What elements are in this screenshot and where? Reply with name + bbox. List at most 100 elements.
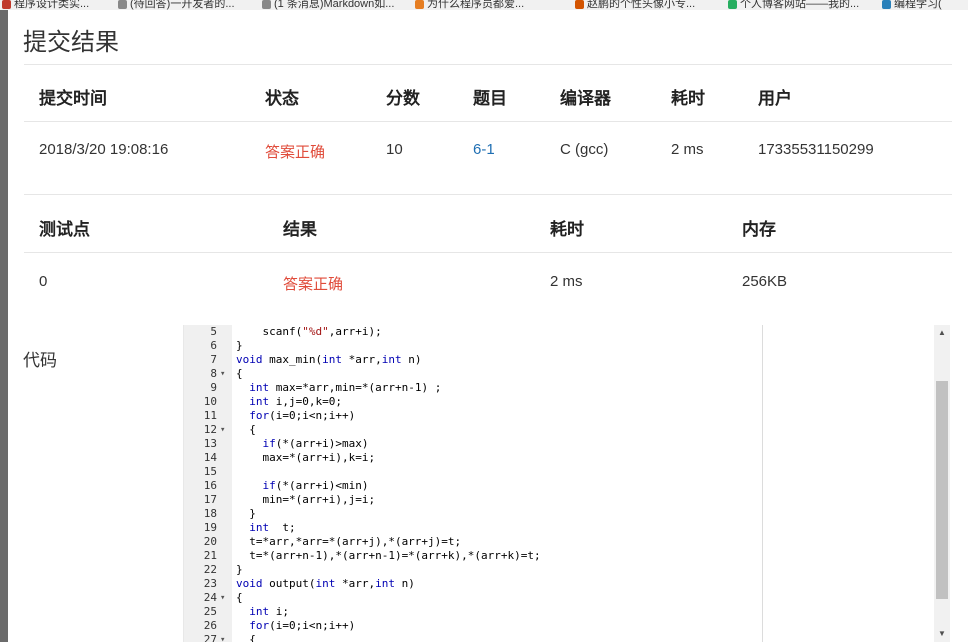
bookmark-favicon-icon — [118, 0, 127, 9]
bookmark-favicon-icon — [2, 0, 11, 9]
bookmark-item[interactable]: (待回答)一开发者的... — [118, 0, 235, 10]
test-memory: 256KB — [742, 273, 788, 290]
code-line: 18 } — [184, 507, 764, 521]
line-number: 17 — [203, 493, 217, 506]
code-line: 13 if(*(arr+i)>max) — [184, 437, 764, 451]
code-line: 20 t=*arr,*arr=*(arr+j),*(arr+j)=t; — [184, 535, 764, 549]
code-line: 5 scanf("%d",arr+i); — [184, 325, 764, 339]
code-label: 代码 — [23, 351, 57, 370]
line-number: 19 — [203, 521, 217, 534]
header-problem: 题目 — [473, 89, 507, 108]
table-row: 2018/3/20 19:08:16 答案正确 10 6-1 C (gcc) 2… — [24, 122, 952, 194]
header-memory: 内存 — [742, 220, 776, 239]
test-case-id: 0 — [39, 273, 48, 290]
code-line: 26 for(i=0;i<n;i++) — [184, 619, 764, 633]
code-text: t=*(arr+n-1),*(arr+n-1)=*(arr+k),*(arr+k… — [236, 549, 541, 562]
header-user: 用户 — [758, 89, 792, 108]
header-test-case: 测试点 — [39, 220, 90, 239]
code-line: 22} — [184, 563, 764, 577]
line-number: 13 — [203, 437, 217, 450]
code-line: 10 int i,j=0,k=0; — [184, 395, 764, 409]
code-text: void output(int *arr,int n) — [236, 577, 415, 590]
bookmark-item[interactable]: 赵鹏的个性头像小专... — [575, 0, 695, 10]
code-text: { — [236, 367, 243, 380]
line-number: 23 — [203, 577, 217, 590]
test-result-accepted: 答案正确 — [283, 276, 344, 293]
header-submit-time: 提交时间 — [39, 89, 107, 108]
bookmark-item[interactable]: 个人博客网站——我的... — [728, 0, 859, 10]
bookmark-label: 个人博客网站——我的... — [740, 0, 860, 10]
bookmark-favicon-icon — [882, 0, 891, 9]
code-text: int i,j=0,k=0; — [249, 395, 342, 408]
test-table-header: 测试点 结果 耗时 内存 — [24, 196, 952, 253]
problem-link[interactable]: 6-1 — [473, 141, 495, 158]
line-number: 14 — [203, 451, 217, 464]
code-text: } — [236, 507, 256, 520]
code-editor[interactable]: 5 scanf("%d",arr+i); 6} 7 void max_min(int … — [183, 325, 764, 642]
line-number: 20 — [203, 535, 217, 548]
submission-table-header: 提交时间 状态 分数 题目 编译器 耗时 用户 — [24, 64, 952, 122]
bookmarks-bar: 程序设计类实... (待回答)一开发者的... (1 条消息)Markdown如… — [0, 0, 968, 10]
code-line: 9 int max=*arr,min=*(arr+n-1) ; — [184, 381, 764, 395]
line-number: 5 — [210, 325, 217, 338]
compiler: C (gcc) — [560, 141, 609, 158]
page-scrollbar[interactable]: ▲ ▼ — [934, 325, 950, 642]
fold-arrow-icon[interactable]: ▾ — [220, 591, 225, 605]
code-line: 14 max=*(arr+i),k=i; — [184, 451, 764, 465]
score: 10 — [386, 141, 403, 158]
header-duration: 耗时 — [671, 89, 705, 108]
header-test-duration: 耗时 — [550, 220, 584, 239]
bookmark-item[interactable]: 程序设计类实... — [2, 0, 89, 10]
line-number: 12 — [203, 423, 217, 436]
bookmark-favicon-icon — [575, 0, 584, 9]
code-line: 6} — [184, 339, 764, 353]
code-line: 19 int t; — [184, 521, 764, 535]
header-status: 状态 — [265, 89, 299, 108]
bookmark-item[interactable]: (1 条消息)Markdown如... — [262, 0, 394, 10]
code-text: } — [236, 339, 243, 352]
code-text: { — [236, 591, 243, 604]
fold-arrow-icon[interactable]: ▾ — [220, 367, 225, 381]
code-text: for(i=0;i<n;i++) — [249, 409, 356, 422]
code-text: int max=*arr,min=*(arr+n-1) ; — [249, 381, 442, 394]
submit-time: 2018/3/20 19:08:16 — [39, 141, 169, 158]
code-text: scanf("%d",arr+i); — [236, 325, 382, 338]
line-number: 21 — [203, 549, 217, 562]
fold-arrow-icon[interactable]: ▾ — [220, 633, 225, 642]
code-line: 11 for(i=0;i<n;i++) — [184, 409, 764, 423]
line-number: 7 — [210, 353, 217, 366]
modal-title: 提交结果 — [23, 29, 119, 56]
code-line: 24 ▾ { — [184, 591, 764, 605]
line-number: 6 — [210, 339, 217, 352]
bookmark-label: 编程学习( — [894, 0, 942, 10]
code-text: int i; — [249, 605, 289, 618]
line-number: 8 — [210, 367, 217, 380]
line-number: 10 — [203, 395, 217, 408]
table-row: 0 答案正确 2 ms 256KB — [24, 253, 952, 313]
scroll-up-arrow-icon[interactable]: ▲ — [934, 325, 950, 341]
scroll-down-arrow-icon[interactable]: ▼ — [934, 626, 950, 642]
bookmark-label: 程序设计类实... — [14, 0, 90, 10]
fold-arrow-icon[interactable]: ▾ — [220, 423, 225, 437]
line-number: 15 — [203, 465, 217, 478]
line-number: 18 — [203, 507, 217, 520]
line-number: 9 — [210, 381, 217, 394]
code-text: { — [236, 423, 256, 436]
code-text: } — [236, 563, 243, 576]
scrollbar-thumb[interactable] — [936, 381, 948, 599]
bookmark-label: 为什么程序员都爱... — [427, 0, 525, 10]
duration: 2 ms — [671, 141, 704, 158]
line-number: 27 — [203, 633, 217, 642]
code-line: 23 void output(int *arr,int n) — [184, 577, 764, 591]
line-number: 22 — [203, 563, 217, 576]
header-result: 结果 — [283, 220, 317, 239]
code-text: if(*(arr+i)>max) — [262, 437, 369, 450]
line-number: 25 — [203, 605, 217, 618]
bookmark-favicon-icon — [728, 0, 737, 9]
user-id: 17335531150299 — [758, 141, 874, 158]
line-number: 26 — [203, 619, 217, 632]
bookmark-item[interactable]: 为什么程序员都爱... — [415, 0, 524, 10]
header-compiler: 编译器 — [560, 89, 611, 108]
bookmark-item[interactable]: 编程学习( — [882, 0, 942, 10]
code-text: max=*(arr+i),k=i; — [236, 451, 376, 464]
